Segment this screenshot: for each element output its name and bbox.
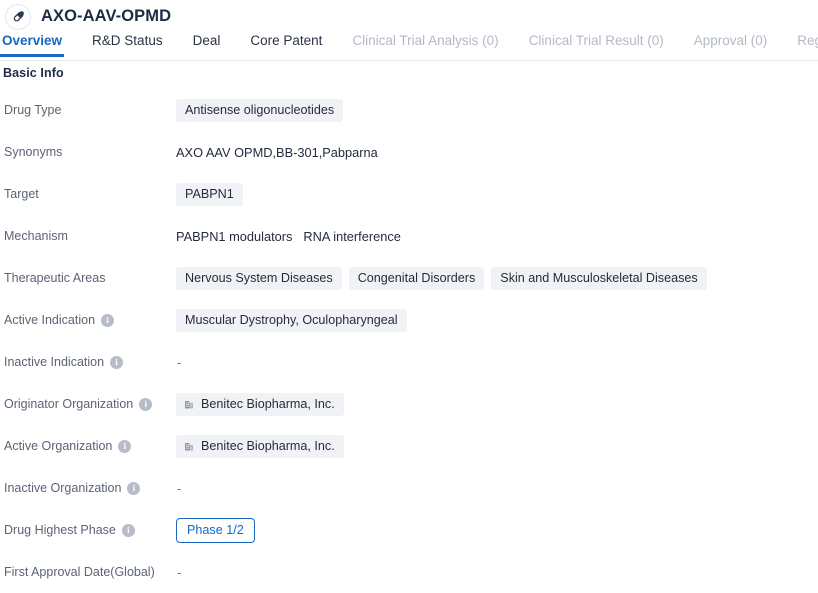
field-value-active-indication: Muscular Dystrophy, Oculopharyngeal	[176, 309, 818, 332]
field-label-text: Therapeutic Areas	[4, 271, 105, 285]
field-value-inactive-organization: -	[176, 481, 818, 496]
tab-clinical-trial-analysis[interactable]: Clinical Trial Analysis (0)	[352, 33, 498, 56]
field-label-active-organization: Active Organization i	[0, 439, 176, 453]
field-label-mechanism: Mechanism	[0, 229, 176, 243]
field-label-originator-organization: Originator Organization i	[0, 397, 176, 411]
field-row-mechanism: Mechanism PABPN1 modulators RNA interferen…	[0, 215, 818, 257]
field-label-text: Active Indication	[4, 313, 95, 327]
field-value-originator-organization: Benitec Biopharma, Inc.	[176, 393, 818, 416]
tag-label: Nervous System Diseases	[185, 271, 333, 285]
mechanism-item[interactable]: PABPN1 modulators	[176, 229, 292, 244]
field-row-active-indication: Active Indication i Muscular Dystrophy, Oc…	[0, 299, 818, 341]
field-label-text: Inactive Indication	[4, 355, 104, 369]
field-row-active-organization: Active Organization i Benitec Biopharma, I…	[0, 425, 818, 467]
info-icon[interactable]: i	[139, 398, 152, 411]
tabbar: Overview R&D Status Deal Core Patent Cli…	[0, 33, 818, 61]
tab-deal[interactable]: Deal	[193, 33, 221, 56]
empty-value: -	[176, 355, 181, 370]
tag-label: PABPN1	[185, 187, 234, 201]
tab-overview[interactable]: Overview	[2, 33, 62, 56]
field-label-first-approval-date-global: First Approval Date(Global)	[0, 565, 176, 579]
field-value-mechanism: PABPN1 modulators RNA interference	[176, 229, 818, 244]
field-label-therapeutic-areas: Therapeutic Areas	[0, 271, 176, 285]
field-row-first-approval-date-global: First Approval Date(Global)-	[0, 551, 818, 593]
value-tag[interactable]: Nervous System Diseases	[176, 267, 342, 290]
tag-label: Skin and Musculoskeletal Diseases	[500, 271, 697, 285]
organization-tag[interactable]: Benitec Biopharma, Inc.	[176, 393, 344, 416]
page-title: AXO-AAV-OPMD	[41, 7, 171, 26]
field-value-drug-highest-phase: Phase 1/2	[176, 518, 818, 543]
synonyms-text: AXO AAV OPMD,BB-301,Pabparna	[176, 145, 378, 160]
info-icon[interactable]: i	[118, 440, 131, 453]
field-label-synonyms: Synonyms	[0, 145, 176, 159]
tab-rd-status[interactable]: R&D Status	[92, 33, 163, 56]
field-row-inactive-organization: Inactive Organization i -	[0, 467, 818, 509]
section-title-basic-info: Basic Info	[0, 61, 818, 80]
tag-label: Muscular Dystrophy, Oculopharyngeal	[185, 313, 398, 327]
company-building-icon	[183, 398, 195, 410]
field-value-therapeutic-areas: Nervous System Diseases Congenital Disord…	[176, 267, 818, 290]
field-label-text: Drug Highest Phase	[4, 523, 116, 537]
field-label-text: Originator Organization	[4, 397, 133, 411]
field-row-originator-organization: Originator Organization i Benitec Biopharm…	[0, 383, 818, 425]
info-icon[interactable]: i	[101, 314, 114, 327]
info-icon[interactable]: i	[127, 482, 140, 495]
field-value-active-organization: Benitec Biopharma, Inc.	[176, 435, 818, 458]
field-label-inactive-indication: Inactive Indication i	[0, 355, 176, 369]
field-row-therapeutic-areas: Therapeutic Areas Nervous System Diseases…	[0, 257, 818, 299]
field-row-target: Target PABPN1	[0, 173, 818, 215]
field-row-drug-highest-phase: Drug Highest Phase i Phase 1/2	[0, 509, 818, 551]
tag-label: Benitec Biopharma, Inc.	[201, 439, 335, 453]
value-tag[interactable]: Skin and Musculoskeletal Diseases	[491, 267, 706, 290]
field-value-synonyms: AXO AAV OPMD,BB-301,Pabparna	[176, 145, 818, 160]
field-label-text: Target	[4, 187, 39, 201]
organization-tag[interactable]: Benitec Biopharma, Inc.	[176, 435, 344, 458]
tab-core-patent[interactable]: Core Patent	[250, 33, 322, 56]
tab-clinical-trial-result[interactable]: Clinical Trial Result (0)	[529, 33, 664, 56]
field-label-drug-highest-phase: Drug Highest Phase i	[0, 523, 176, 537]
info-icon[interactable]: i	[110, 356, 123, 369]
company-building-icon	[183, 440, 195, 452]
value-tag[interactable]: PABPN1	[176, 183, 243, 206]
empty-value: -	[176, 481, 181, 496]
field-label-text: Mechanism	[4, 229, 68, 243]
field-label-target: Target	[0, 187, 176, 201]
tag-label: Congenital Disorders	[358, 271, 476, 285]
value-tag[interactable]: Congenital Disorders	[349, 267, 485, 290]
tag-label: Antisense oligonucleotides	[185, 103, 334, 117]
field-value-target: PABPN1	[176, 183, 818, 206]
field-row-synonyms: Synonyms AXO AAV OPMD,BB-301,Pabparna	[0, 131, 818, 173]
tag-label: Benitec Biopharma, Inc.	[201, 397, 335, 411]
value-tag[interactable]: Antisense oligonucleotides	[176, 99, 343, 122]
field-label-text: Inactive Organization	[4, 481, 121, 495]
pill-capsule-icon	[5, 4, 31, 30]
field-label-drug-type: Drug Type	[0, 103, 176, 117]
field-label-text: Active Organization	[4, 439, 112, 453]
field-label-text: Synonyms	[4, 145, 62, 159]
field-value-inactive-indication: -	[176, 355, 818, 370]
field-value-drug-type: Antisense oligonucleotides	[176, 99, 818, 122]
field-label-active-indication: Active Indication i	[0, 313, 176, 327]
field-label-text: First Approval Date(Global)	[4, 565, 155, 579]
drug-header: AXO-AAV-OPMD	[0, 0, 818, 33]
value-tag[interactable]: Muscular Dystrophy, Oculopharyngeal	[176, 309, 407, 332]
field-label-inactive-organization: Inactive Organization i	[0, 481, 176, 495]
tab-approval[interactable]: Approval (0)	[694, 33, 768, 56]
field-label-text: Drug Type	[4, 103, 61, 117]
tab-regulation[interactable]: Regulation (0)	[797, 33, 818, 56]
info-icon[interactable]: i	[122, 524, 135, 537]
drug-highest-phase-badge[interactable]: Phase 1/2	[176, 518, 255, 543]
basic-info-fields: Drug Type Antisense oligonucleotides Synon…	[0, 80, 818, 593]
field-row-inactive-indication: Inactive Indication i -	[0, 341, 818, 383]
field-row-drug-type: Drug Type Antisense oligonucleotides	[0, 89, 818, 131]
mechanism-item[interactable]: RNA interference	[303, 229, 400, 244]
mechanism-list: PABPN1 modulators RNA interference	[176, 229, 401, 244]
